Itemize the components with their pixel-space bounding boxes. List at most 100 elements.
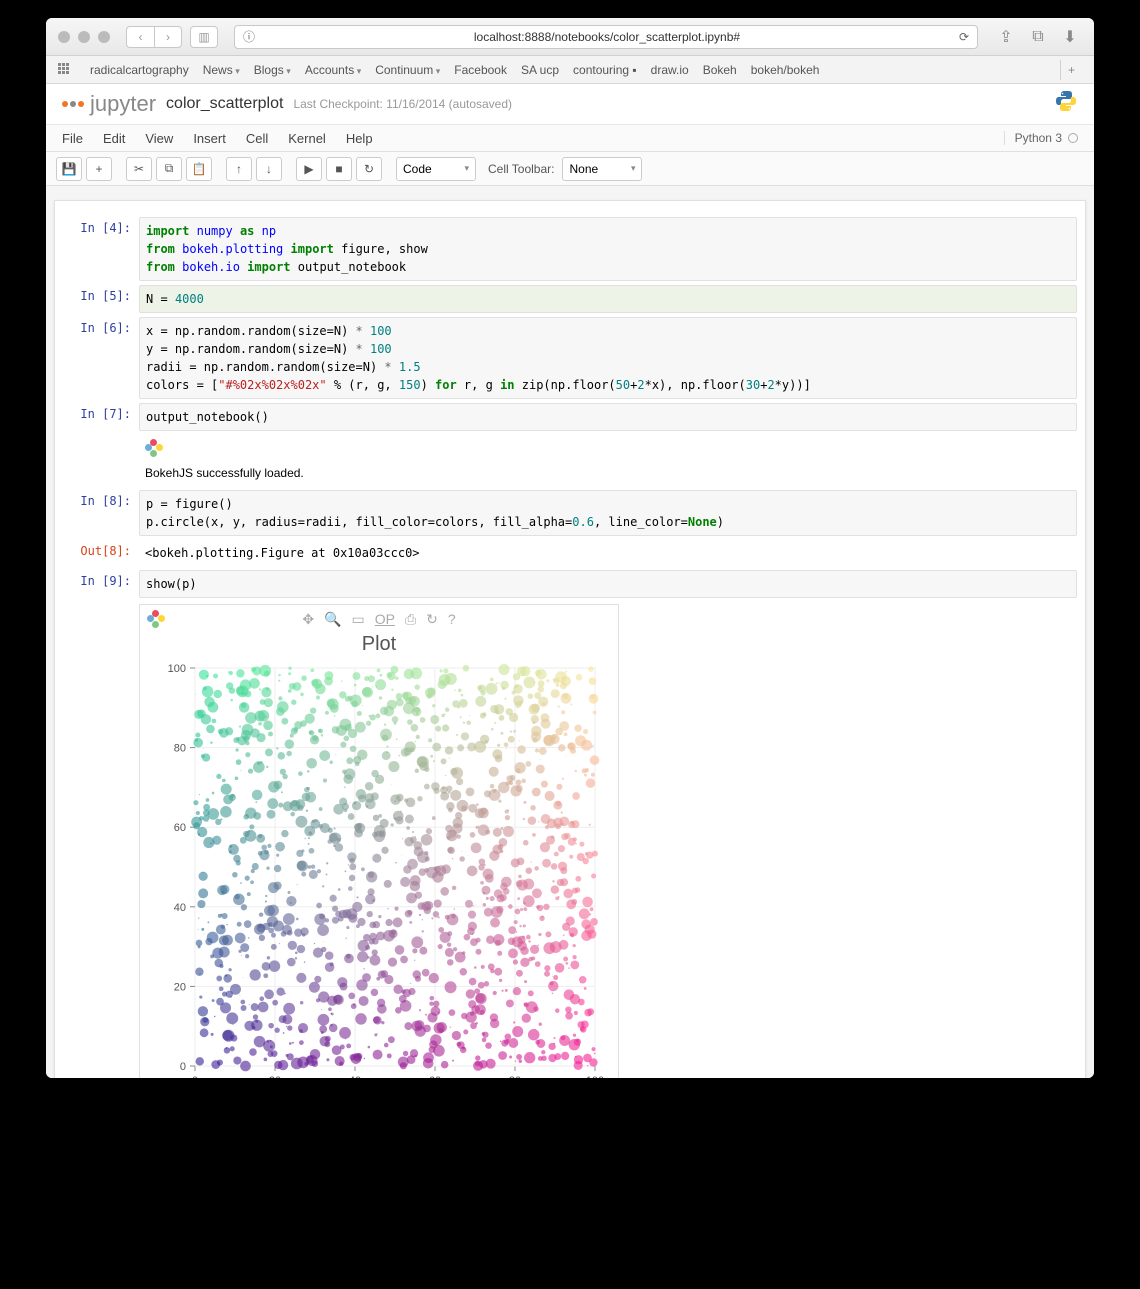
bookmark-item[interactable]: Bokeh [703, 63, 737, 77]
svg-text:80: 80 [174, 743, 186, 755]
code-input[interactable]: output_notebook() [139, 403, 1077, 431]
bookmark-item[interactable]: contouring ▪ [573, 63, 637, 77]
restart-button[interactable]: ↻ [356, 157, 382, 181]
svg-text:40: 40 [349, 1075, 361, 1078]
tabs-icon[interactable]: ⧉ [1026, 27, 1050, 47]
plot-title: Plot [140, 633, 618, 656]
output-cell: Out[8]: <bokeh.plotting.Figure at 0x10a0… [63, 540, 1077, 566]
output-cell: BokehJS successfully loaded. [63, 435, 1077, 486]
svg-text:0: 0 [180, 1061, 186, 1073]
bookmark-item[interactable]: draw.io [651, 63, 689, 77]
save-tool-icon[interactable]: ⎙ [405, 611, 416, 628]
share-icon[interactable]: ⇪ [994, 27, 1018, 47]
reset-tool-icon[interactable]: ↻ [426, 611, 438, 628]
url-text: localhost:8888/notebooks/color_scatterpl… [255, 30, 959, 44]
code-input[interactable]: x = np.random.random(size=N) * 100 y = n… [139, 317, 1077, 399]
code-cell[interactable]: In [4]: import numpy as np from bokeh.pl… [63, 217, 1077, 281]
add-cell-button[interactable]: + [86, 157, 112, 181]
code-input[interactable]: N = 4000 [139, 285, 1077, 313]
notebook-title[interactable]: color_scatterplot [166, 95, 283, 113]
celltype-select[interactable]: Code [396, 157, 476, 181]
svg-text:40: 40 [174, 902, 186, 914]
cut-button[interactable]: ✂ [126, 157, 152, 181]
help-tool-icon[interactable]: ? [448, 611, 456, 627]
plot-toolbar: ✥ 🔍 ▭ OP ⎙ ↻ ? [140, 605, 618, 633]
in-prompt: In [8]: [63, 490, 139, 536]
back-button[interactable]: ‹ [126, 26, 154, 48]
svg-text:60: 60 [174, 822, 186, 834]
boxzoom-tool-icon[interactable]: ▭ [351, 611, 364, 628]
bookmark-item[interactable]: News [203, 63, 240, 77]
move-up-button[interactable]: ↑ [226, 157, 252, 181]
menu-help[interactable]: Help [346, 131, 373, 146]
bokeh-plot[interactable]: ✥ 🔍 ▭ OP ⎙ ↻ ? Plot 02040608010002040608… [139, 604, 619, 1078]
menubar: File Edit View Insert Cell Kernel Help P… [46, 124, 1094, 152]
bookmark-item[interactable]: radicalcartography [90, 63, 189, 77]
python-icon [1054, 89, 1078, 119]
pan-tool-icon[interactable]: ✥ [302, 611, 314, 628]
jupyter-logo[interactable]: jupyter [62, 91, 156, 117]
svg-text:100: 100 [586, 1075, 604, 1078]
svg-text:100: 100 [168, 663, 186, 675]
out-prompt: Out[8]: [63, 540, 139, 566]
menu-cell[interactable]: Cell [246, 131, 268, 146]
copy-button[interactable]: ⧉ [156, 157, 182, 181]
jupyter-logo-text: jupyter [90, 91, 156, 117]
run-button[interactable]: ▶ [296, 157, 322, 181]
code-cell[interactable]: In [8]: p = figure() p.circle(x, y, radi… [63, 490, 1077, 536]
bookmarks-bar: radicalcartography News Blogs Accounts C… [46, 56, 1094, 84]
zoom-window-icon[interactable] [98, 31, 110, 43]
checkpoint-text: Last Checkpoint: 11/16/2014 (autosaved) [293, 97, 512, 111]
celltoolbar-select[interactable]: None [562, 157, 642, 181]
notebook-area[interactable]: In [4]: import numpy as np from bokeh.pl… [46, 186, 1094, 1078]
bookmark-item[interactable]: bokeh/bokeh [751, 63, 820, 77]
menu-insert[interactable]: Insert [193, 131, 226, 146]
new-tab-button[interactable]: + [1060, 60, 1082, 80]
output-text: <bokeh.plotting.Figure at 0x10a03ccc0> [139, 540, 1077, 566]
bookmark-item[interactable]: SA ucp [521, 63, 559, 77]
wheelzoom-tool-icon[interactable]: OP [375, 611, 395, 627]
bookmark-item[interactable]: Accounts [305, 63, 361, 77]
svg-text:20: 20 [269, 1075, 281, 1078]
paste-button[interactable]: 📋 [186, 157, 212, 181]
close-window-icon[interactable] [58, 31, 70, 43]
scatter-plot-canvas[interactable]: 020406080100020406080100 [149, 660, 609, 1078]
bookmark-item[interactable]: Facebook [454, 63, 507, 77]
code-cell[interactable]: In [9]: show(p) [63, 570, 1077, 598]
code-cell[interactable]: In [6]: x = np.random.random(size=N) * 1… [63, 317, 1077, 399]
code-cell[interactable]: In [7]: output_notebook() [63, 403, 1077, 431]
apps-grid-icon[interactable] [58, 63, 72, 77]
browser-window: ‹ › ▥ ⓘ localhost:8888/notebooks/color_s… [46, 18, 1094, 1078]
kernel-name: Python 3 [1015, 131, 1062, 145]
jupyter-header: jupyter color_scatterplot Last Checkpoin… [46, 84, 1094, 124]
reload-icon[interactable]: ⟳ [959, 30, 969, 44]
bookmark-item[interactable]: Blogs [254, 63, 291, 77]
code-input[interactable]: p = figure() p.circle(x, y, radius=radii… [139, 490, 1077, 536]
code-input[interactable]: show(p) [139, 570, 1077, 598]
move-down-button[interactable]: ↓ [256, 157, 282, 181]
minimize-window-icon[interactable] [78, 31, 90, 43]
menu-file[interactable]: File [62, 131, 83, 146]
browser-titlebar: ‹ › ▥ ⓘ localhost:8888/notebooks/color_s… [46, 18, 1094, 56]
nav-buttons: ‹ › [126, 26, 182, 48]
notebook-container: In [4]: import numpy as np from bokeh.pl… [54, 200, 1086, 1078]
save-button[interactable]: 💾 [56, 157, 82, 181]
menu-kernel[interactable]: Kernel [288, 131, 326, 146]
celltoolbar-label: Cell Toolbar: [488, 162, 554, 176]
sidebar-toggle-icon[interactable]: ▥ [190, 26, 218, 48]
zoom-tool-icon[interactable]: 🔍 [324, 611, 341, 628]
bookmark-item[interactable]: Continuum [375, 63, 440, 77]
svg-text:60: 60 [429, 1075, 441, 1078]
menu-edit[interactable]: Edit [103, 131, 125, 146]
menu-view[interactable]: View [145, 131, 173, 146]
forward-button[interactable]: › [154, 26, 182, 48]
in-prompt: In [7]: [63, 403, 139, 431]
info-icon[interactable]: ⓘ [243, 28, 255, 45]
svg-text:20: 20 [174, 981, 186, 993]
stop-button[interactable]: ■ [326, 157, 352, 181]
toolbar: 💾 + ✂ ⧉ 📋 ↑ ↓ ▶ ■ ↻ Code Cell Toolbar: N… [46, 152, 1094, 186]
url-bar[interactable]: ⓘ localhost:8888/notebooks/color_scatter… [234, 25, 978, 49]
code-input[interactable]: import numpy as np from bokeh.plotting i… [139, 217, 1077, 281]
code-cell[interactable]: In [5]: N = 4000 [63, 285, 1077, 313]
downloads-icon[interactable]: ⬇ [1058, 27, 1082, 47]
